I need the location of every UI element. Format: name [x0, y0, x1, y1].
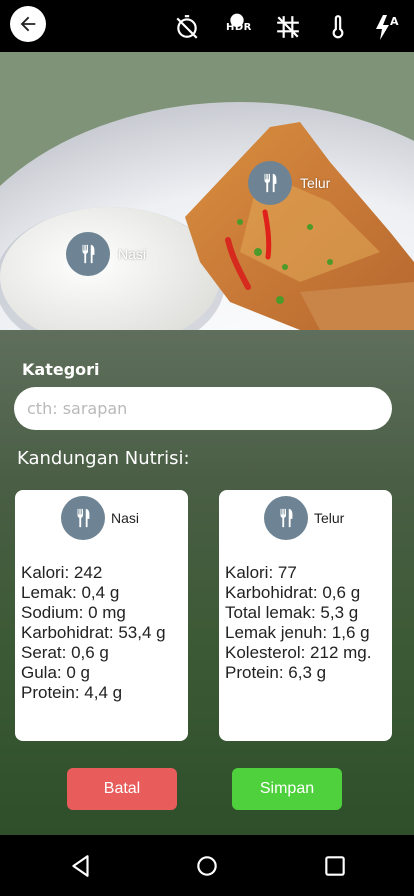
card-food-name: Nasi — [111, 510, 140, 526]
nutrition-line: Karbohidrat: 53,4 g — [21, 623, 166, 642]
timer-off-icon[interactable] — [170, 10, 204, 44]
back-button[interactable] — [10, 6, 46, 42]
system-nav-bar — [0, 835, 414, 896]
nutrition-line: Lemak: 0,4 g — [21, 583, 120, 602]
home-circle-icon[interactable] — [194, 853, 220, 879]
nutrition-line: Kalori: 77 — [225, 563, 297, 582]
cancel-button[interactable]: Batal — [67, 768, 177, 810]
nutrition-card-nasi: Nasi Kalori: 242 Lemak: 0,4 g Sodium: 0 … — [15, 490, 188, 741]
photo-tag-telur[interactable]: Telur — [248, 161, 330, 205]
food-detail-panel: Kategori Kandungan Nutrisi: Nasi Kalori:… — [0, 330, 414, 835]
nutrition-title: Kandungan Nutrisi: — [17, 448, 190, 469]
flash-auto-label: A — [390, 15, 399, 28]
nutrition-list: Kalori: 77 Karbohidrat: 0,6 g Total lema… — [225, 563, 390, 683]
photo-tag-label: Telur — [300, 175, 331, 191]
card-header: Nasi — [61, 496, 139, 540]
flash-auto-icon[interactable]: A — [370, 10, 404, 44]
hdr-label: HDR — [226, 22, 252, 33]
fork-knife-icon — [66, 232, 110, 276]
arrow-left-icon — [20, 16, 36, 32]
fork-knife-icon — [61, 496, 105, 540]
nutrition-line: Karbohidrat: 0,6 g — [225, 583, 361, 602]
nutrition-line: Lemak jenuh: 1,6 g — [225, 623, 370, 642]
nutrition-line: Kalori: 242 — [21, 563, 103, 582]
category-input[interactable] — [14, 387, 392, 430]
nutrition-card-telur: Telur Kalori: 77 Karbohidrat: 0,6 g Tota… — [219, 490, 392, 741]
thermometer-icon[interactable] — [321, 10, 355, 44]
grid-off-icon[interactable] — [271, 10, 305, 44]
save-button[interactable]: Simpan — [232, 768, 342, 810]
fork-knife-icon — [264, 496, 308, 540]
photo-tag-label: Nasi — [118, 246, 147, 262]
photo-tag-nasi[interactable]: Nasi — [66, 232, 146, 276]
card-header: Telur — [264, 496, 344, 540]
nutrition-line: Protein: 6,3 g — [225, 663, 327, 682]
nutrition-list: Kalori: 242 Lemak: 0,4 g Sodium: 0 mg Ka… — [21, 563, 186, 703]
fork-knife-icon — [248, 161, 292, 205]
nutrition-line: Total lemak: 5,3 g — [225, 603, 359, 622]
back-triangle-icon[interactable] — [68, 853, 94, 879]
nutrition-line: Serat: 0,6 g — [21, 643, 109, 662]
recents-square-icon[interactable] — [322, 853, 348, 879]
camera-toolbar: HDR A — [0, 0, 414, 52]
card-food-name: Telur — [314, 510, 345, 526]
nutrition-line: Sodium: 0 mg — [21, 603, 126, 622]
nutrition-line: Protein: 4,4 g — [21, 683, 123, 702]
nutrition-line: Gula: 0 g — [21, 663, 90, 682]
category-label: Kategori — [22, 360, 100, 379]
food-photo: Telur Nasi — [0, 52, 414, 330]
nutrition-line: Kolesterol: 212 mg. — [225, 643, 372, 662]
